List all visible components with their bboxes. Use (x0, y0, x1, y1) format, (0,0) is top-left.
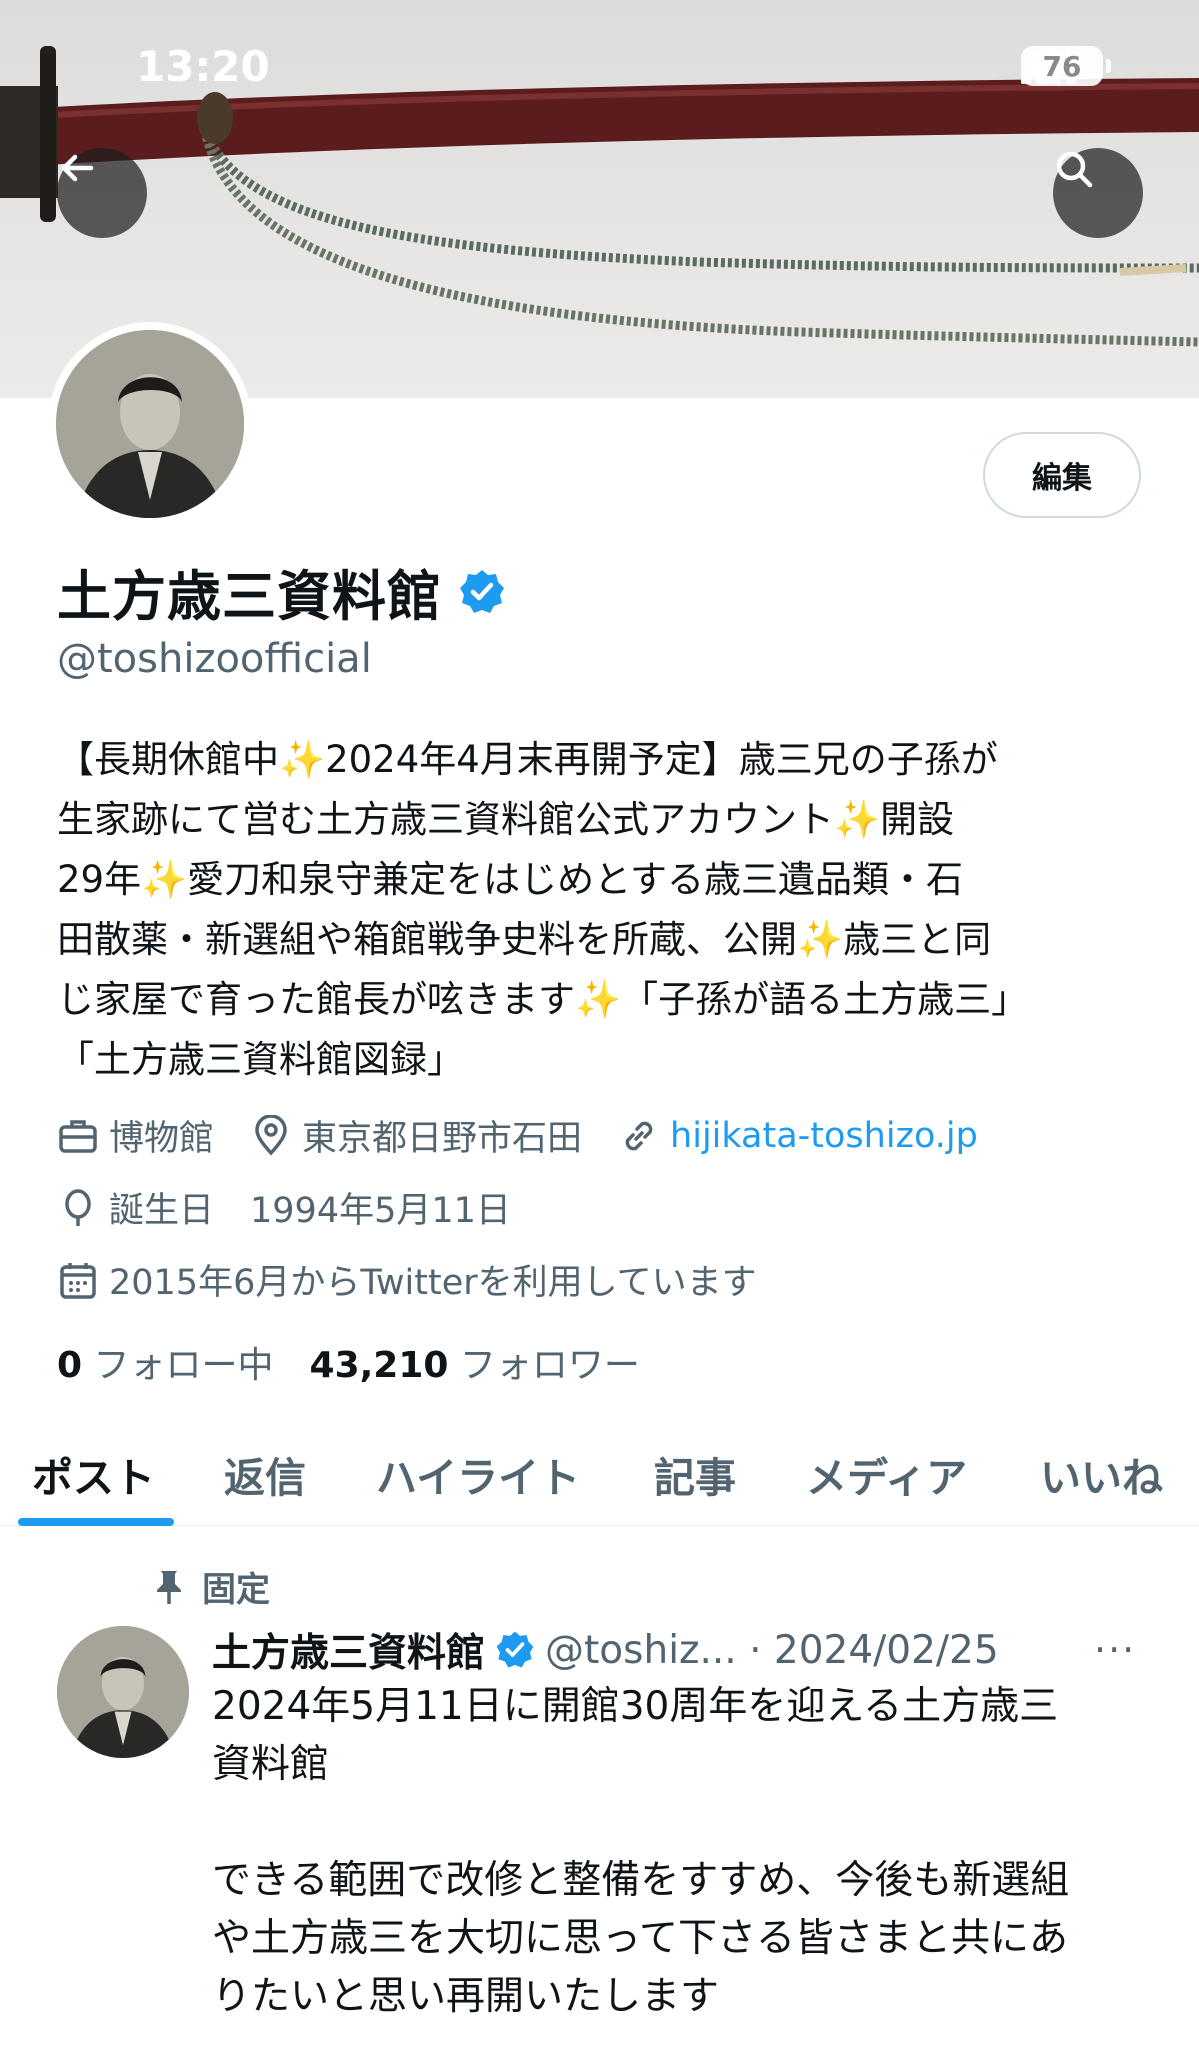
bio-line: 生家跡にて営む土方歳三資料館公式アカウント✨開設 (57, 798, 955, 841)
more-options-icon[interactable]: ··· (1094, 1628, 1136, 1672)
post-avatar[interactable] (57, 1626, 189, 1758)
avatar-portrait (57, 1626, 189, 1758)
tab-posts[interactable]: ポスト (32, 1444, 155, 1504)
post-header: 土方歳三資料館 @toshiz... · 2024/02/25 (212, 1622, 999, 1678)
tab-media[interactable]: メディア (806, 1444, 967, 1504)
briefcase-icon (59, 1119, 97, 1153)
link-icon (625, 1121, 653, 1150)
post-handle-date: @toshiz... · 2024/02/25 (545, 1627, 999, 1673)
pinned-indicator: 固定 (152, 1562, 270, 1611)
post-text: 2024年5月11日に開館30周年を迎える土方歳三 資料館 できる範囲で改修と整… (212, 1678, 1172, 2026)
verified-badge-icon (460, 569, 504, 613)
followers-link[interactable]: 43,210 フォロワー (310, 1336, 640, 1388)
tab-highlights[interactable]: ハイライト (376, 1444, 580, 1504)
following-label: フォロー中 (93, 1345, 274, 1386)
bio-line: 29年✨愛刀和泉守兼定をはじめとする歳三遺品類・石 (57, 858, 964, 901)
profile-avatar[interactable] (48, 322, 252, 526)
post-line: りたいと思い再開いたします (212, 1974, 720, 2019)
bio-line: 【長期休館中✨2024年4月末再開予定】歳三兄の子孫が (57, 738, 998, 781)
profile-name: 土方歳三資料館 (57, 565, 442, 628)
post-line: できる範囲で改修と整備をすすめ、今後も新選組 (212, 1858, 1070, 1903)
back-button[interactable] (57, 148, 147, 238)
tab-likes[interactable]: いいね (1040, 1444, 1163, 1504)
bio-line: 田散薬・新選組や箱館戦争史料を所蔵、公開✨歳三と同 (57, 918, 992, 961)
status-icons: 76 (1021, 46, 1111, 86)
status-time: 13:20 (136, 42, 270, 91)
bio-line: じ家屋で育った館長が呟きます✨「子孫が語る土方歳三」 (57, 978, 1029, 1021)
followers-count: 43,210 (309, 1345, 449, 1386)
profile-location: 東京都日野市石田 (302, 1119, 583, 1159)
location-pin-icon (255, 1114, 287, 1156)
profile-website-link[interactable]: hijikata-toshizo.jp (670, 1116, 978, 1156)
post-author[interactable]: 土方歳三資料館 (212, 1622, 485, 1678)
following-link[interactable]: 0 フォロー中 (57, 1336, 274, 1388)
bio-line: 「土方歳三資料館図録」 (57, 1038, 464, 1081)
search-icon (1056, 151, 1093, 188)
post-line-blank (212, 1794, 1172, 1852)
profile-category: 博物館 (109, 1119, 215, 1159)
search-button[interactable] (1053, 148, 1143, 238)
avatar-portrait (56, 330, 244, 518)
following-count: 0 (57, 1345, 83, 1386)
tab-replies[interactable]: 返信 (224, 1444, 306, 1504)
followers-label: フォロワー (459, 1345, 640, 1386)
verified-badge-icon (496, 1631, 534, 1668)
post-line: や土方歳三を大切に思って下さる皆さまと共にあ (212, 1916, 1069, 1961)
battery-icon: 76 (1021, 46, 1111, 86)
birthday-label: 誕生日 (109, 1191, 215, 1231)
calendar-icon (60, 1262, 96, 1299)
profile-handle: @toshizoofficial (57, 636, 372, 682)
active-tab-indicator (18, 1518, 174, 1526)
profile-bio: 【長期休館中✨2024年4月末再開予定】歳三兄の子孫が 生家跡にて営む土方歳三資… (57, 730, 1147, 1090)
pin-icon (157, 1570, 181, 1604)
profile-tabs: ポスト 返信 ハイライト 記事 メディア いいね (0, 1420, 1199, 1526)
post-line: 2024年5月11日に開館30周年を迎える土方歳三 (212, 1684, 1059, 1729)
balloon-icon (65, 1188, 91, 1226)
edit-profile-button[interactable]: 編集 (983, 432, 1141, 518)
post-line: 資料館 (212, 1742, 330, 1787)
tab-articles[interactable]: 記事 (654, 1444, 736, 1504)
pinned-label: 固定 (202, 1570, 270, 1610)
follow-stats: 0 フォロー中 43,210 フォロワー (57, 1336, 640, 1388)
arrow-left-icon (61, 154, 94, 182)
profile-joined: 2015年6月からTwitterを利用しています (109, 1263, 757, 1303)
profile-birthday: 1994年5月11日 (250, 1191, 511, 1231)
